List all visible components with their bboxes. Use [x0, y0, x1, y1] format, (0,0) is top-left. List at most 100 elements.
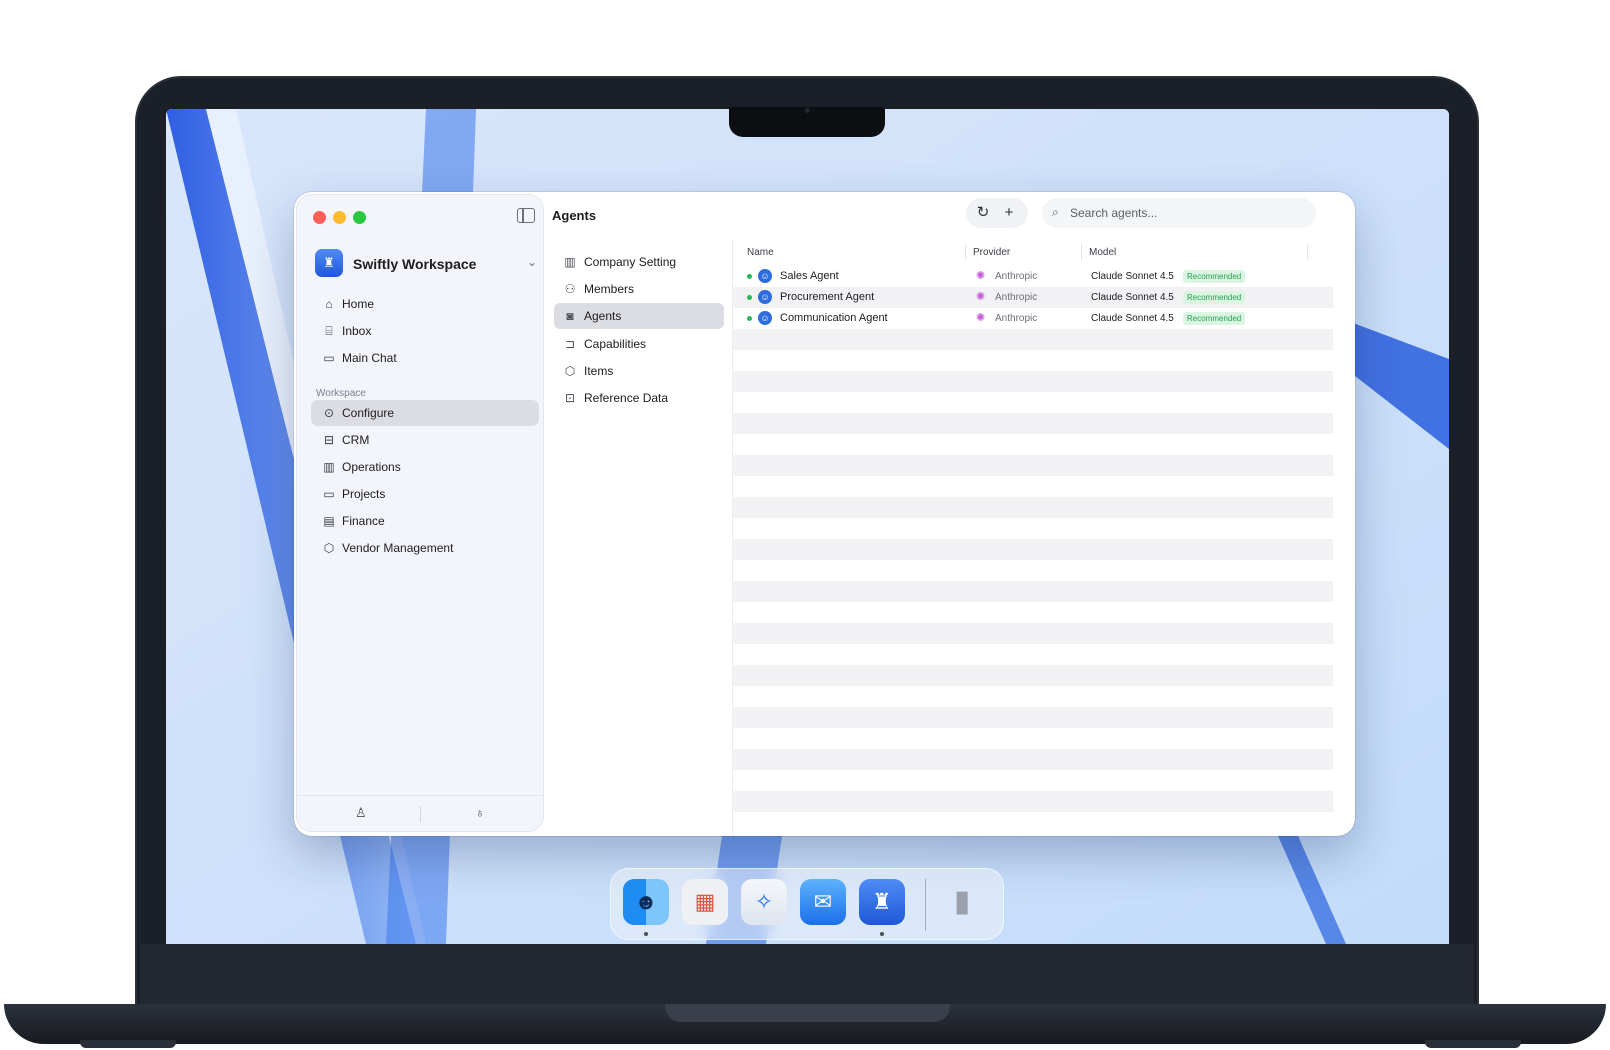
lightbulb-icon[interactable]: ♁ — [475, 805, 485, 820]
sidebar-toggle-icon[interactable] — [517, 208, 535, 223]
subnav-item-label: Capabilities — [584, 337, 647, 351]
column-divider — [965, 244, 966, 260]
status-dot — [747, 295, 752, 300]
laptop-foot — [1425, 1040, 1521, 1048]
running-indicator — [644, 932, 648, 936]
subnav-item-label: Reference Data — [584, 391, 669, 405]
trash-icon[interactable]: ▮ — [939, 879, 985, 925]
laptop-lip — [665, 1004, 950, 1022]
building-icon: ▥ — [564, 255, 576, 269]
add-agent-button[interactable]: + — [999, 203, 1019, 223]
empty-table-row — [733, 602, 1333, 623]
column-divider — [1307, 244, 1308, 260]
provider-name: Anthropic — [995, 271, 1038, 282]
laptop-bezel-bottom — [140, 944, 1474, 1004]
close-window-button[interactable] — [313, 211, 326, 224]
subnav-item-capabilities[interactable]: ⊐ Capabilities — [554, 331, 724, 357]
sidebar-item-finance[interactable]: ▤ Finance — [311, 508, 539, 534]
workspace-name: Swiftly Workspace — [353, 256, 477, 272]
members-icon: ⚇ — [564, 282, 576, 296]
status-dot — [747, 274, 752, 279]
sidebar-item-main-chat[interactable]: ▭ Main Chat — [311, 345, 539, 371]
table-row[interactable]: ☺ Sales Agent ✺ Anthropic Claude Sonnet … — [733, 266, 1333, 287]
brain-icon: ✺ — [976, 312, 986, 324]
empty-table-row — [733, 329, 1333, 350]
column-header-provider[interactable]: Provider — [973, 247, 1010, 258]
laptop-foot — [80, 1040, 176, 1048]
subnav-item-agents[interactable]: ◙ Agents — [554, 303, 724, 329]
empty-table-row — [733, 476, 1333, 497]
inbox-icon: ⌸ — [325, 324, 333, 338]
empty-table-row — [733, 581, 1333, 602]
empty-table-row — [733, 350, 1333, 371]
chevron-down-icon: ⌄ — [526, 255, 537, 269]
workspace-logo-icon: ♜ — [315, 249, 343, 277]
mail-icon[interactable]: ✉ — [800, 879, 846, 925]
refresh-icon[interactable]: ↻ — [973, 203, 993, 223]
empty-table-row — [733, 686, 1333, 707]
agent-avatar-icon: ☺ — [758, 311, 772, 325]
configure-icon: ⊙ — [323, 406, 335, 420]
column-header-model[interactable]: Model — [1089, 247, 1116, 258]
sidebar-item-crm[interactable]: ⊟ CRM — [311, 427, 539, 453]
model-name: Claude Sonnet 4.5 — [1091, 313, 1174, 324]
sidebar-item-operations[interactable]: ▥ Operations — [311, 454, 539, 480]
finance-icon: ▤ — [323, 514, 335, 528]
empty-table-row — [733, 539, 1333, 560]
subnav-item-reference-data[interactable]: ⊡ Reference Data — [554, 385, 724, 411]
workspace-switcher[interactable]: ♜ Swiftly Workspace ⌄ — [315, 249, 537, 283]
finder-icon[interactable]: ☻ — [623, 879, 669, 925]
zoom-window-button[interactable] — [353, 211, 366, 224]
sidebar-item-inbox[interactable]: ⌸ Inbox — [311, 318, 539, 344]
agent-avatar-icon: ☺ — [758, 290, 772, 304]
agents-table: Name Provider Model ☺ Sales Agent ✺ Anth… — [732, 240, 1333, 836]
toolbar-actions: ↻ + — [966, 198, 1028, 228]
launchpad-icon[interactable]: ▦ — [682, 879, 728, 925]
search-agents-input[interactable]: ⌕ Search agents... — [1042, 198, 1316, 228]
subnav-item-label: Members — [584, 282, 635, 296]
empty-table-row — [733, 707, 1333, 728]
provider-name: Anthropic — [995, 313, 1038, 324]
status-dot — [747, 316, 752, 321]
safari-icon[interactable]: ✧ — [741, 879, 787, 925]
recommended-badge: Recommended — [1183, 291, 1246, 304]
sidebar-item-home[interactable]: ⌂ Home — [311, 291, 539, 317]
sidebar-item-label: CRM — [342, 433, 370, 447]
user-settings-icon[interactable]: ♙ — [355, 805, 367, 821]
column-header-name[interactable]: Name — [747, 247, 774, 258]
agent-name: Sales Agent — [780, 270, 839, 282]
brain-icon: ✺ — [976, 291, 986, 303]
sidebar-item-vendor-management[interactable]: ⬡ Vendor Management — [311, 535, 539, 561]
recommended-badge: Recommended — [1183, 312, 1246, 325]
model-name: Claude Sonnet 4.5 — [1091, 271, 1174, 282]
table-row[interactable]: ☺ Communication Agent ✺ Anthropic Claude… — [733, 308, 1333, 329]
search-placeholder: Search agents... — [1070, 206, 1158, 220]
agent-name: Procurement Agent — [780, 291, 875, 303]
sidebar: ♜ Swiftly Workspace ⌄ ⌂ Home ⌸ Inbox ▭ M… — [296, 194, 544, 832]
box-icon: ⬡ — [564, 364, 576, 378]
folder-icon: ▭ — [323, 487, 335, 501]
capability-icon: ⊐ — [564, 337, 576, 351]
sidebar-item-projects[interactable]: ▭ Projects — [311, 481, 539, 507]
table-body: ☺ Sales Agent ✺ Anthropic Claude Sonnet … — [733, 266, 1333, 836]
empty-table-row — [733, 812, 1333, 833]
sidebar-item-label: Configure — [342, 406, 395, 420]
empty-table-row — [733, 455, 1333, 476]
dock: ☻ ▦ ✧ ✉ ♜ ▮ — [610, 868, 1004, 940]
sidebar-item-configure[interactable]: ⊙ Configure — [311, 400, 539, 426]
provider-name: Anthropic — [995, 292, 1038, 303]
minimize-window-button[interactable] — [333, 211, 346, 224]
subnav-item-items[interactable]: ⬡ Items — [554, 358, 724, 384]
empty-table-row — [733, 749, 1333, 770]
table-row[interactable]: ☺ Procurement Agent ✺ Anthropic Claude S… — [733, 287, 1333, 308]
swiftly-app-icon[interactable]: ♜ — [859, 879, 905, 925]
subnav-item-company-setting[interactable]: ▥ Company Setting — [554, 249, 724, 275]
section-label-workspace: Workspace — [316, 388, 366, 399]
sidebar-item-label: Home — [342, 297, 375, 311]
folder-icon: ⊡ — [564, 391, 576, 405]
sidebar-item-label: Main Chat — [342, 351, 397, 365]
column-divider — [1081, 244, 1082, 260]
recommended-badge: Recommended — [1183, 270, 1246, 283]
agent-name: Communication Agent — [780, 312, 888, 324]
subnav-item-members[interactable]: ⚇ Members — [554, 276, 724, 302]
